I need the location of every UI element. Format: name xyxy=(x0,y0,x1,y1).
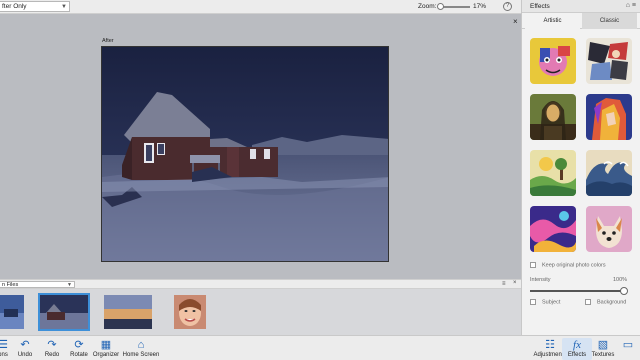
effect-thumbnail[interactable] xyxy=(530,38,576,84)
thumbnail-image xyxy=(40,295,88,329)
keep-colors-label: Keep original photo colors xyxy=(542,262,606,269)
photo-bin-bar: n Files ▼ ≡ × xyxy=(0,279,521,289)
effect-thumbnail[interactable] xyxy=(530,150,576,196)
frames-icon: ▭ xyxy=(622,339,634,351)
abstract-portrait-icon xyxy=(530,38,576,84)
thumbnail-image xyxy=(0,295,24,329)
subject-label: Subject xyxy=(542,299,561,306)
intensity-value: 100% xyxy=(613,277,628,283)
organizer-button[interactable]: ▦ Organizer xyxy=(89,338,123,360)
effect-thumbnail[interactable] xyxy=(586,38,632,84)
effect-thumbnail[interactable] xyxy=(530,206,576,252)
house-photo xyxy=(102,47,388,261)
tab-classic[interactable]: Classic xyxy=(582,13,637,29)
home-icon: ⌂ xyxy=(137,339,145,351)
effect-thumbnail[interactable] xyxy=(586,94,632,140)
organizer-icon: ▦ xyxy=(100,339,112,351)
effect-thumbnail[interactable] xyxy=(586,150,632,196)
photo-bin-source-value: n Files xyxy=(2,282,19,288)
intensity-slider-track[interactable] xyxy=(530,290,624,292)
after-label: After xyxy=(102,38,114,44)
intensity-label: Intensity xyxy=(530,277,551,283)
bin-thumbnail[interactable] xyxy=(104,295,152,329)
checkbox-icon xyxy=(530,262,536,268)
checkbox-icon xyxy=(585,299,591,305)
bin-thumbnail[interactable] xyxy=(174,295,206,329)
textures-label: Textures xyxy=(591,352,615,358)
bin-thumbnail-selected[interactable] xyxy=(38,293,90,331)
mona-lisa-icon xyxy=(530,94,576,140)
effect-thumbnail[interactable] xyxy=(530,94,576,140)
photo-bin xyxy=(0,289,521,335)
textures-icon: ▧ xyxy=(597,339,609,351)
subject-checkbox[interactable]: Subject xyxy=(530,299,560,305)
frames-button[interactable]: ▭ xyxy=(616,338,640,360)
bin-close-icon[interactable]: × xyxy=(513,280,517,286)
painted-dog-icon xyxy=(586,206,632,252)
view-mode-value: fter Only xyxy=(2,3,27,10)
chevron-down-icon: ▼ xyxy=(67,282,72,288)
organizer-label: Organizer xyxy=(92,352,120,358)
intensity-slider-handle[interactable] xyxy=(620,287,628,295)
colorful-portrait-icon xyxy=(586,94,632,140)
bottom-toolbar: ☰ ons ↶ Undo ↷ Redo ⟳ Rotate ▦ Organizer… xyxy=(0,335,640,360)
chevron-down-icon: ▼ xyxy=(61,4,67,10)
home-screen-label: Home Screen xyxy=(122,352,160,358)
help-icon[interactable]: ? xyxy=(503,2,512,11)
thumbnail-image xyxy=(174,295,206,329)
effect-thumbnail[interactable] xyxy=(586,206,632,252)
purple-abstract-icon xyxy=(530,206,576,252)
zoom-value: 17% xyxy=(473,3,487,10)
bin-thumbnail[interactable] xyxy=(0,295,24,329)
photo-preview[interactable] xyxy=(101,46,389,262)
textures-button[interactable]: ▧ Textures xyxy=(588,338,618,360)
keep-colors-checkbox[interactable]: Keep original photo colors xyxy=(530,262,606,268)
great-wave-icon xyxy=(586,150,632,196)
effects-panel-header: Effects ⌂ ≡ xyxy=(522,0,640,13)
home-screen-button[interactable]: ⌂ Home Screen xyxy=(122,338,160,360)
zoom-slider-handle[interactable] xyxy=(437,3,444,10)
photo-bin-source-select[interactable]: n Files ▼ xyxy=(0,281,75,288)
tab-artistic[interactable]: Artistic xyxy=(525,13,580,29)
close-icon[interactable]: × xyxy=(513,17,518,26)
sunny-landscape-icon xyxy=(530,150,576,196)
panel-title: Effects xyxy=(530,3,550,10)
background-label: Background xyxy=(597,299,627,306)
panel-menu-icon[interactable]: ⌂ ≡ xyxy=(626,2,636,9)
view-toolbar: fter Only ▼ Zoom: 17% ? xyxy=(0,0,521,14)
cubist-collage-icon xyxy=(586,38,632,84)
checkbox-icon xyxy=(530,299,536,305)
effects-panel: Effects ⌂ ≡ Artistic Classic Keep origin… xyxy=(521,0,640,335)
bin-menu-icon[interactable]: ≡ xyxy=(502,281,506,287)
zoom-label: Zoom: xyxy=(418,3,437,10)
background-checkbox[interactable]: Background xyxy=(585,299,626,305)
zoom-slider-track[interactable] xyxy=(440,6,470,8)
view-mode-select[interactable]: fter Only ▼ xyxy=(0,1,70,12)
thumbnail-image xyxy=(104,295,152,329)
effects-tabs: Artistic Classic xyxy=(522,13,640,29)
